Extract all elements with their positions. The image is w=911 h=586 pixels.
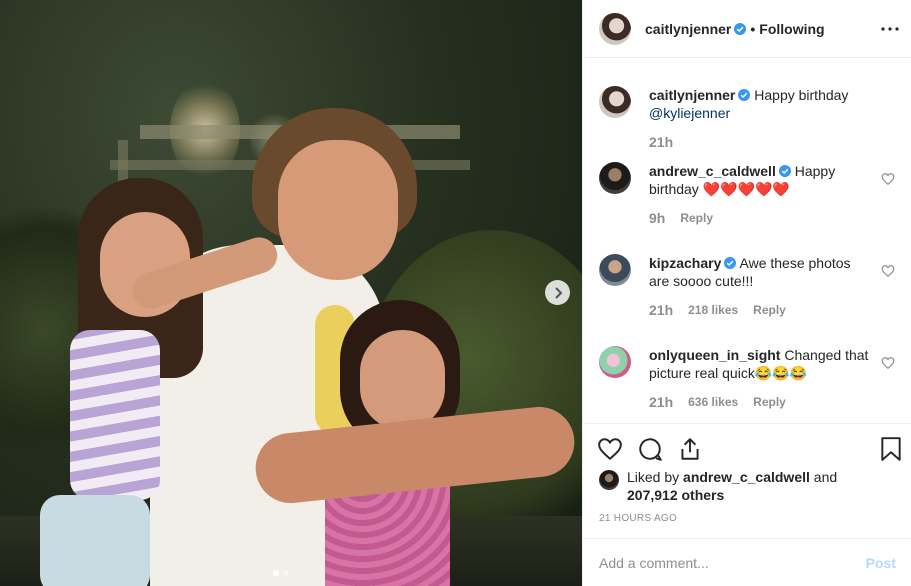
more-options-button[interactable] xyxy=(878,17,902,41)
share-icon[interactable] xyxy=(677,436,703,462)
verified-icon xyxy=(734,22,747,35)
comment-likes[interactable]: 636 likes xyxy=(688,393,738,411)
comment-username[interactable]: andrew_c_caldwell xyxy=(649,163,776,179)
verified-icon xyxy=(724,257,737,269)
comment: andrew_c_caldwell Happy birthday ❤️❤️❤️❤… xyxy=(599,162,899,227)
comment-input[interactable] xyxy=(599,554,866,571)
comment-time[interactable]: 21h xyxy=(649,301,673,319)
avatar[interactable] xyxy=(599,254,631,286)
liked-by: Liked by andrew_c_caldwell and 207,912 o… xyxy=(599,468,887,504)
avatar[interactable] xyxy=(599,470,619,490)
chevron-right-icon xyxy=(554,286,562,299)
post-button[interactable]: Post xyxy=(866,555,896,571)
verified-icon xyxy=(738,89,751,101)
comment: onlyqueen_in_sight Changed that picture … xyxy=(599,346,899,411)
liked-by-others[interactable]: 207,912 others xyxy=(627,487,724,503)
photo-subject xyxy=(40,495,150,586)
photo-subject xyxy=(70,330,160,500)
carousel-dot xyxy=(273,570,279,576)
comment-username[interactable]: caitlynjenner xyxy=(649,87,735,103)
header-separator: • xyxy=(750,20,756,37)
photo-subject xyxy=(278,140,398,280)
liked-by-conj: and xyxy=(813,469,838,485)
heart-icon[interactable] xyxy=(881,264,895,278)
liked-by-user[interactable]: andrew_c_caldwell xyxy=(683,469,810,485)
reply-button[interactable]: Reply xyxy=(753,393,786,411)
comment-username[interactable]: kipzachary xyxy=(649,255,721,271)
carousel-dot xyxy=(283,570,289,576)
post-photo[interactable] xyxy=(0,0,582,586)
post-header: caitlynjenner • Following xyxy=(583,0,911,58)
post-timestamp[interactable]: 21 HOURS AGO xyxy=(599,513,677,524)
verified-icon xyxy=(778,165,791,177)
post-side-panel: caitlynjenner • Following caitlynjenner … xyxy=(582,0,911,586)
comment-likes[interactable]: 218 likes xyxy=(688,301,738,319)
following-button[interactable]: Following xyxy=(759,21,824,37)
caption: caitlynjenner Happy birthday @kyliejenne… xyxy=(599,86,899,151)
caption-text: Happy birthday xyxy=(754,87,849,103)
comment-icon[interactable] xyxy=(637,436,663,462)
header-username[interactable]: caitlynjenner xyxy=(645,21,731,37)
comments-list[interactable]: caitlynjenner Happy birthday @kyliejenne… xyxy=(583,58,911,423)
carousel-next-button[interactable] xyxy=(545,280,570,305)
comment-time[interactable]: 9h xyxy=(649,209,665,227)
mention-link[interactable]: @kyliejenner xyxy=(649,105,730,121)
bookmark-icon[interactable] xyxy=(878,436,904,462)
avatar[interactable] xyxy=(599,346,631,378)
liked-by-prefix: Liked by xyxy=(627,469,680,485)
more-icon xyxy=(881,27,899,31)
comment-time[interactable]: 21h xyxy=(649,393,673,411)
comment-composer: Post xyxy=(583,538,911,586)
reply-button[interactable]: Reply xyxy=(680,209,713,227)
avatar[interactable] xyxy=(599,86,631,118)
photo-subject xyxy=(360,330,445,430)
post-actions xyxy=(583,423,911,473)
heart-icon[interactable] xyxy=(597,436,623,462)
comment-time[interactable]: 21h xyxy=(649,133,673,151)
comment: kipzachary Awe these photos are soooo cu… xyxy=(599,254,899,319)
heart-icon[interactable] xyxy=(881,172,895,186)
carousel-indicator xyxy=(273,570,289,576)
comment-username[interactable]: onlyqueen_in_sight xyxy=(649,347,780,363)
avatar[interactable] xyxy=(599,162,631,194)
heart-icon[interactable] xyxy=(881,356,895,370)
avatar[interactable] xyxy=(599,12,631,45)
reply-button[interactable]: Reply xyxy=(753,301,786,319)
